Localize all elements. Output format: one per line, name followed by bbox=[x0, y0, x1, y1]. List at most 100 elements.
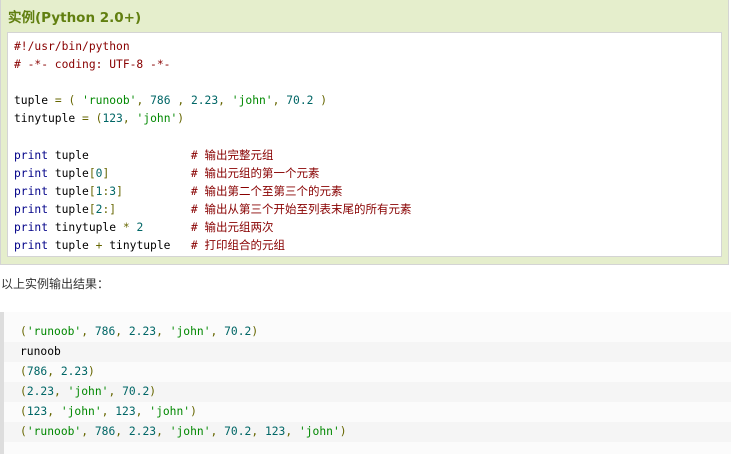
code-line: print tinytuple * 2 # 输出元组两次 bbox=[14, 218, 274, 236]
output-line: ('runoob', 786, 2.23, 'john', 70.2, 123,… bbox=[4, 422, 731, 442]
code-token: , bbox=[210, 325, 225, 338]
code-token: tuple bbox=[48, 167, 89, 180]
code-token: ( bbox=[20, 425, 27, 438]
code-token: , bbox=[156, 425, 170, 438]
code-token: , bbox=[81, 325, 95, 338]
code-line: # -*- coding: UTF-8 -*- bbox=[14, 56, 170, 74]
code-token: ) bbox=[177, 112, 185, 125]
code-token: , bbox=[135, 405, 150, 418]
code-token: 输出元组两次 bbox=[204, 220, 274, 234]
output-line: ('runoob', 786, 2.23, 'john', 70.2) bbox=[4, 322, 731, 342]
code-token: , bbox=[81, 425, 95, 438]
code-token: [ bbox=[88, 167, 96, 180]
code-token: , bbox=[251, 425, 265, 438]
code-token: # bbox=[190, 203, 205, 216]
code-line: tuple = ( 'runoob', 786 , 2.23, 'john', … bbox=[14, 92, 327, 110]
code-token: ) bbox=[149, 385, 157, 398]
code-token: print bbox=[14, 221, 49, 234]
code-token: 输出从第三个开始至列表末尾的所有元素 bbox=[204, 202, 412, 216]
code-token: , bbox=[47, 405, 61, 418]
code-token: ] bbox=[116, 185, 123, 198]
code-token: , bbox=[156, 325, 170, 338]
code-token: = bbox=[82, 112, 89, 125]
code-token: 70.2 bbox=[224, 425, 252, 438]
code-token: #!/usr/bin/python bbox=[14, 40, 130, 53]
code-token: 'john' bbox=[169, 325, 211, 338]
code-token: # bbox=[190, 167, 205, 180]
code-token: [ bbox=[88, 203, 96, 216]
code-token: 'runoob' bbox=[82, 94, 137, 107]
code-token: tinytuple bbox=[48, 221, 123, 234]
example-box: 实例(Python 2.0+) #!/usr/bin/python # -*- c… bbox=[0, 0, 729, 265]
code-token: ) bbox=[88, 365, 95, 378]
code-token: 'john' bbox=[169, 425, 211, 438]
code-panel[interactable]: #!/usr/bin/python # -*- coding: UTF-8 -*-… bbox=[7, 32, 722, 257]
code-token: , bbox=[115, 325, 129, 338]
code-line: print tuple[2:] # 输出从第三个开始至列表末尾的所有元素 bbox=[14, 200, 412, 218]
code-token: 70.2 bbox=[224, 325, 252, 338]
code-token: 123 bbox=[26, 405, 48, 418]
code-token: 70.2 bbox=[122, 385, 150, 398]
code-token: # bbox=[190, 221, 205, 234]
code-token: = bbox=[54, 94, 62, 107]
code-token: , bbox=[108, 385, 123, 398]
code-token: 打印组合的元组 bbox=[204, 238, 285, 252]
code-line: print tuple[1:3] # 输出第二个至第三个的元素 bbox=[14, 182, 343, 200]
code-line: #!/usr/bin/python bbox=[14, 38, 130, 56]
code-token: tinytuple bbox=[102, 239, 191, 252]
code-token: ( bbox=[20, 385, 27, 398]
code-token: print bbox=[14, 239, 49, 252]
code-token: 'john' bbox=[149, 405, 191, 418]
code-token: 786 bbox=[94, 325, 116, 338]
code-token: 'john' bbox=[67, 385, 109, 398]
code-token: 'john' bbox=[136, 112, 178, 125]
code-token: 输出元组的第一个元素 bbox=[204, 166, 320, 180]
output-line: (2.23, 'john', 70.2) bbox=[4, 382, 731, 402]
output-block[interactable]: ('runoob', 786, 2.23, 'john', 70.2) runoo… bbox=[0, 312, 731, 454]
code-token: print bbox=[14, 167, 49, 180]
code-token: tuple bbox=[14, 94, 55, 107]
code-token: # bbox=[190, 185, 205, 198]
code-token: 123 bbox=[264, 425, 286, 438]
code-token: , bbox=[210, 425, 225, 438]
code-token: 'runoob' bbox=[26, 425, 82, 438]
code-token: 输出完整元组 bbox=[204, 148, 274, 162]
code-token: , bbox=[54, 385, 68, 398]
code-token: 786 bbox=[26, 365, 48, 378]
code-token: tuple bbox=[48, 203, 89, 216]
code-token: ) bbox=[320, 94, 328, 107]
code-token: 'john' bbox=[231, 94, 273, 107]
code-line: tinytuple = (123, 'john') bbox=[14, 110, 184, 128]
code-token: , bbox=[47, 365, 61, 378]
code-token: 2.23 bbox=[128, 425, 157, 438]
code-token: ) bbox=[251, 325, 259, 338]
code-line: print tuple[0] # 输出元组的第一个元素 bbox=[14, 164, 320, 182]
output-line: (786, 2.23) bbox=[4, 362, 731, 382]
code-token: print bbox=[14, 203, 49, 216]
output-intro: 以上实例输出结果： bbox=[1, 277, 110, 291]
code-token: ( bbox=[20, 325, 27, 338]
code-token: , bbox=[101, 405, 116, 418]
code-line: print tuple # 输出完整元组 bbox=[14, 146, 273, 164]
code-token: 2.23 bbox=[190, 94, 219, 107]
code-token: * bbox=[122, 221, 130, 234]
code-token: 'john' bbox=[298, 425, 340, 438]
code-token: , bbox=[218, 94, 225, 107]
code-token: , bbox=[122, 112, 130, 125]
code-token: 786 bbox=[94, 425, 116, 438]
code-token: :] bbox=[102, 203, 117, 216]
code-token: ( bbox=[20, 405, 27, 418]
code-token: # bbox=[190, 239, 205, 252]
code-token: # bbox=[190, 149, 205, 162]
code-token: tinytuple bbox=[14, 112, 83, 125]
code-token: tuple bbox=[48, 149, 191, 162]
output-line: runoob bbox=[4, 342, 731, 362]
code-token: , bbox=[285, 425, 299, 438]
code-token: ) bbox=[339, 425, 347, 438]
